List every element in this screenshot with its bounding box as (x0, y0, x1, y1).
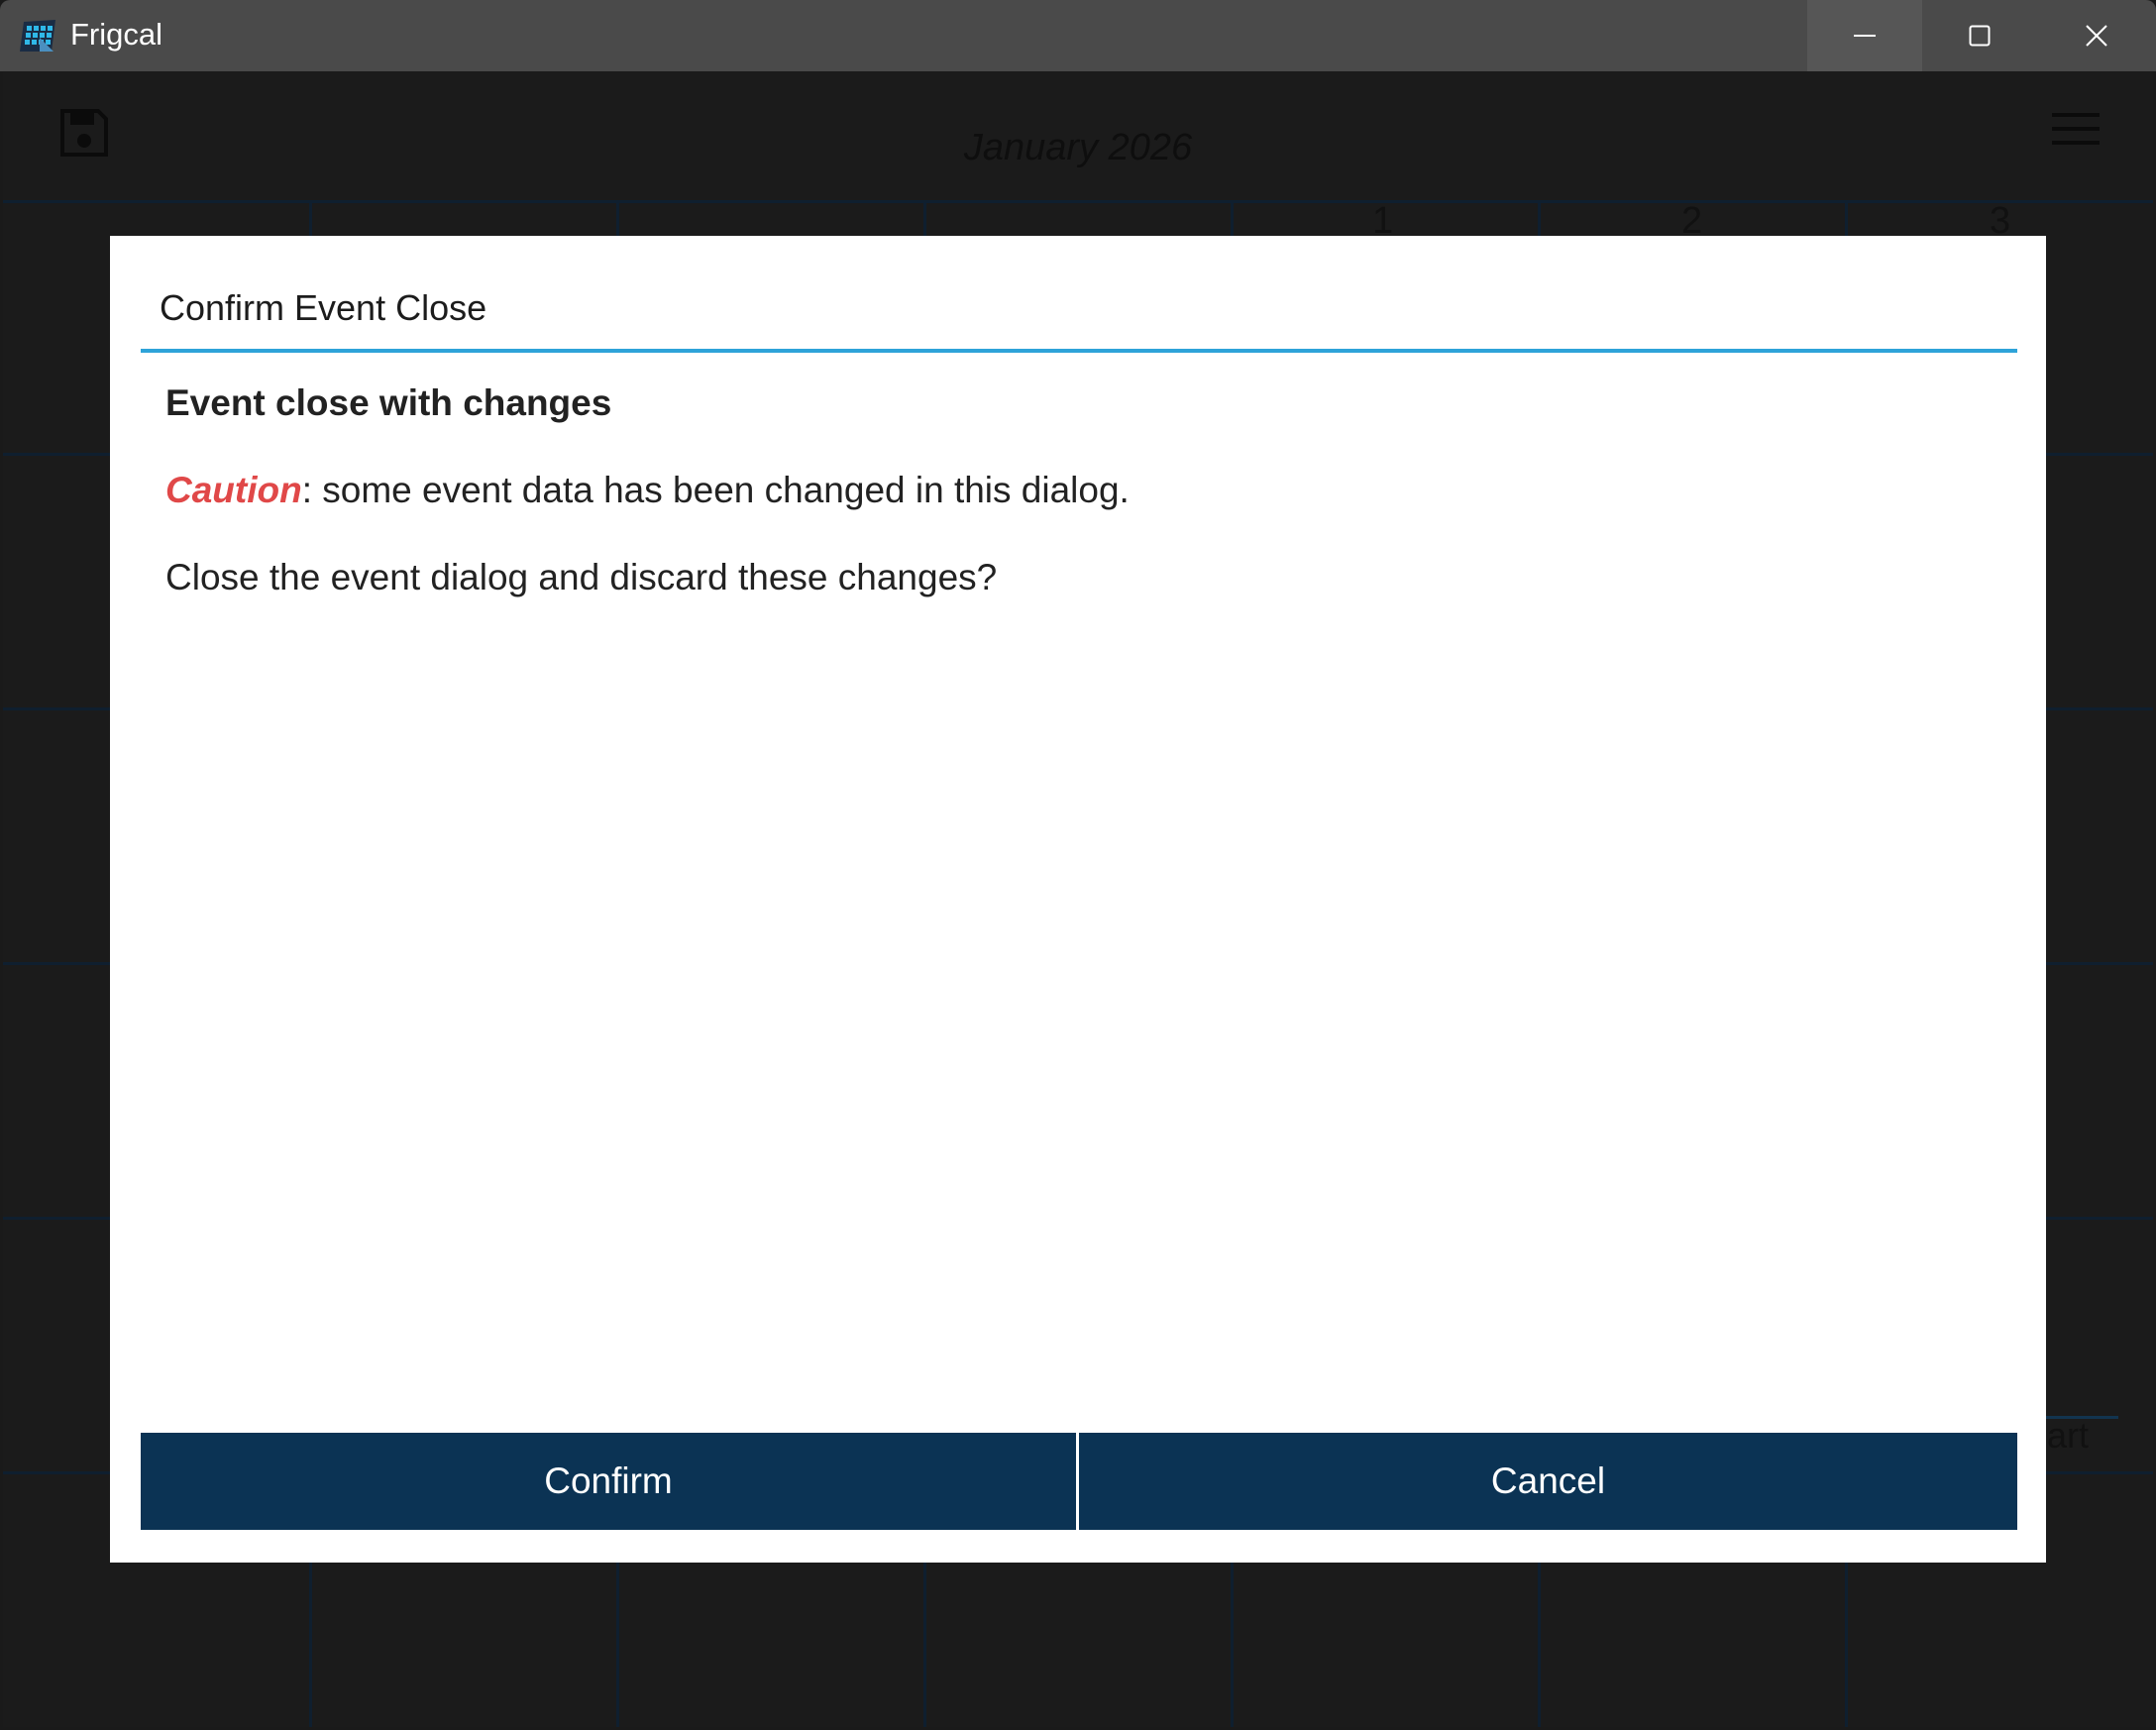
maximize-icon (1969, 25, 1991, 47)
dialog-title: Confirm Event Close (160, 287, 487, 328)
confirm-event-close-dialog: Confirm Event Close Event close with cha… (110, 236, 2046, 1563)
month-title: January 2026 (963, 127, 1193, 168)
frigcal-app-icon (20, 20, 55, 52)
window-titlebar[interactable]: Frigcal (0, 0, 2156, 71)
close-window-button[interactable] (2037, 0, 2156, 71)
cancel-button[interactable]: Cancel (1079, 1433, 2017, 1530)
confirm-button[interactable]: Confirm (141, 1433, 1076, 1530)
menu-icon[interactable] (2052, 111, 2100, 147)
dialog-question: Close the event dialog and discard these… (165, 557, 998, 597)
window-title: Frigcal (70, 17, 163, 52)
caution-message: Caution: some event data has been change… (165, 470, 1130, 511)
dialog-divider (141, 349, 2017, 353)
minimize-button[interactable] (1807, 0, 1922, 71)
maximize-button[interactable] (1922, 0, 2037, 71)
minimize-icon (1854, 35, 1876, 37)
caution-text: : some event data has been changed in th… (301, 470, 1130, 510)
close-icon (2086, 25, 2107, 47)
partial-event-text: art (2047, 1415, 2090, 1456)
dialog-heading: Event close with changes (165, 382, 612, 423)
caution-word: Caution (165, 470, 302, 510)
calendar-toolbar: January 2026 (3, 71, 2153, 200)
